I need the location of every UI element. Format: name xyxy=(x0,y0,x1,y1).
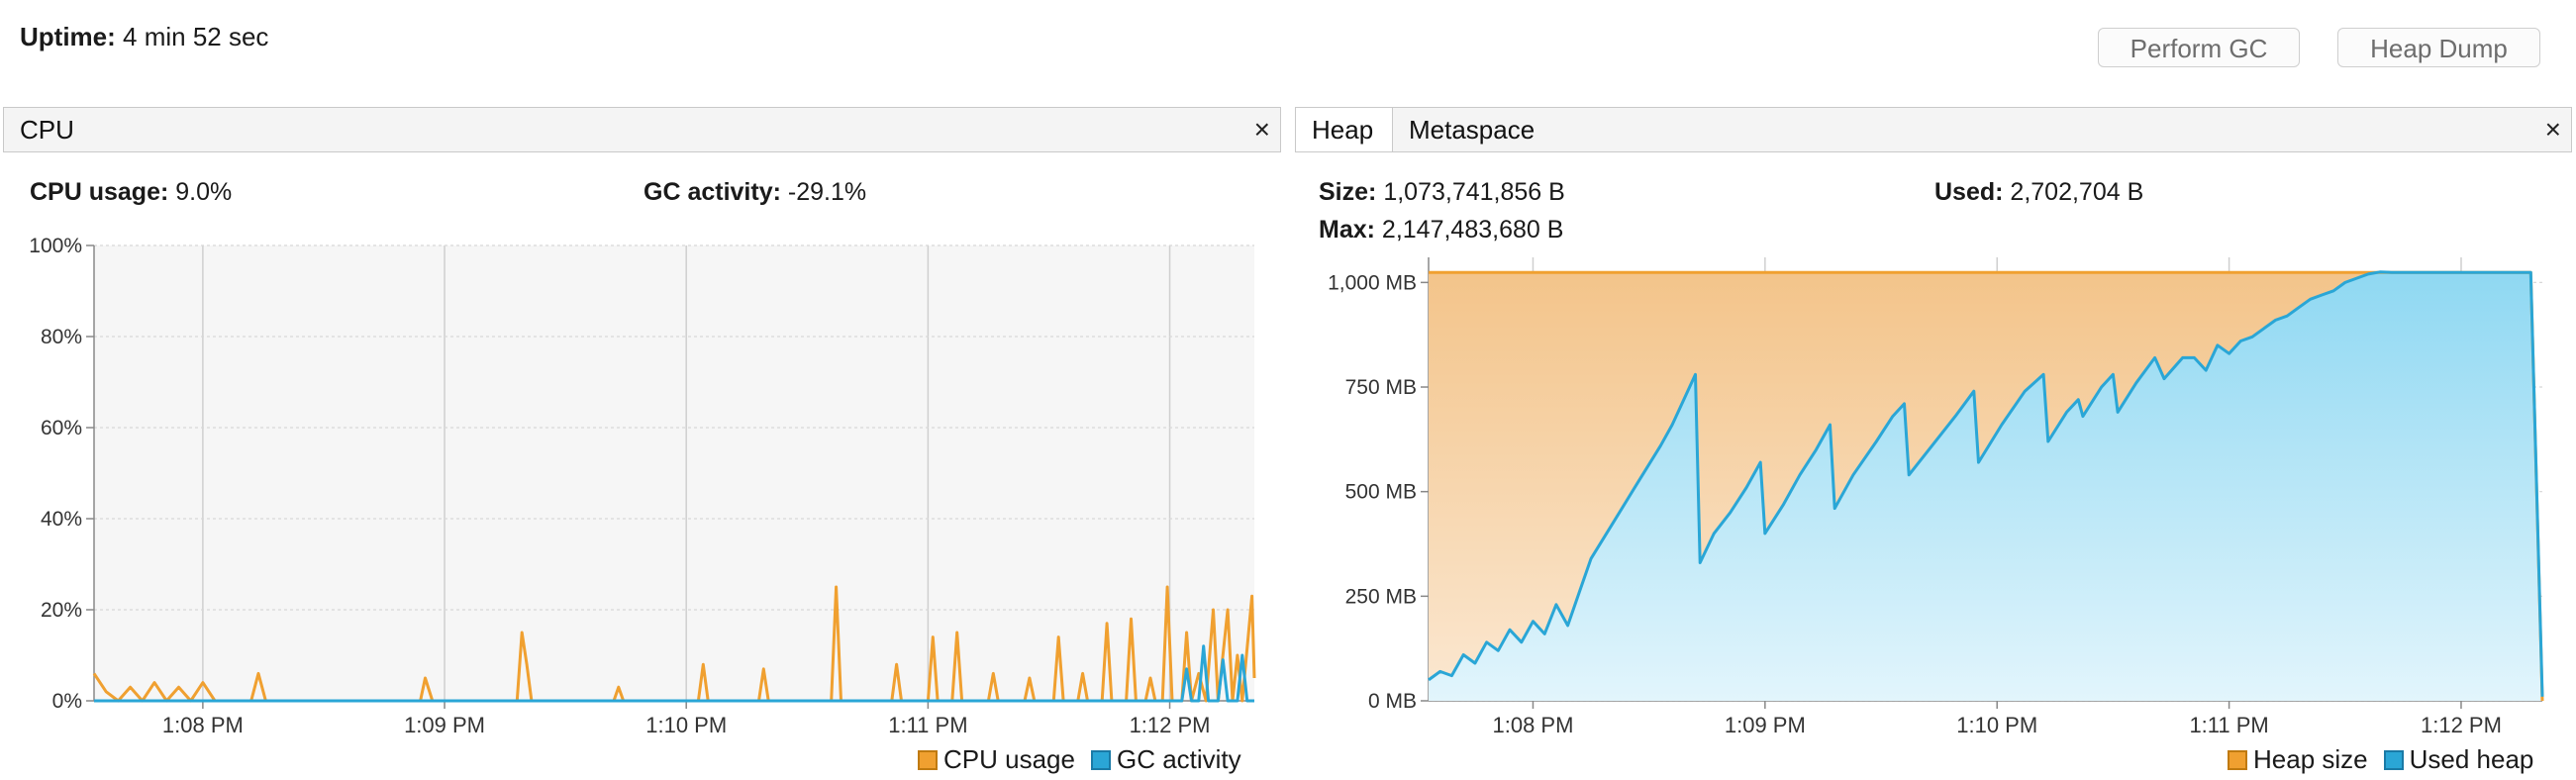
x-tick-label: 1:08 PM xyxy=(162,713,244,737)
used-heap-swatch xyxy=(2383,749,2404,770)
y-tick-label: 0% xyxy=(52,690,82,713)
gc-activity-swatch xyxy=(1090,749,1111,770)
heap-tab-bar: Heap Metaspace × xyxy=(1295,107,2572,152)
y-tick-label: 100% xyxy=(29,235,82,257)
heap-used-value: 2,702,704 B xyxy=(2010,178,2144,206)
heap-size-label: Size: xyxy=(1319,178,1377,206)
heap-size-stat: Size: 1,073,741,856 B xyxy=(1319,178,1565,207)
heap-used-stat: Used: 2,702,704 B xyxy=(1934,178,2143,207)
close-icon[interactable]: × xyxy=(2545,108,2561,151)
heap-chart: 1:08 PM 1:09 PM 1:10 PM 1:11 PM 1:12 PM 0 MB 2… xyxy=(1328,257,2544,737)
tab-metaspace[interactable]: Metaspace xyxy=(1393,108,1550,151)
cpu-usage-swatch xyxy=(918,749,938,770)
cpu-usage-legend-label: CPU usage xyxy=(943,744,1075,774)
y-tick-label: 60% xyxy=(41,417,82,439)
uptime-value: 4 min 52 sec xyxy=(123,22,269,51)
cpu-legend: CPU usage GC activity xyxy=(918,744,1241,775)
plot-area xyxy=(94,245,1254,701)
x-tick-label: 1:10 PM xyxy=(645,713,727,737)
heap-used-label: Used: xyxy=(1934,178,2004,206)
y-tick-label: 750 MB xyxy=(1345,376,1417,399)
tab-cpu[interactable]: CPU xyxy=(4,108,1232,151)
heap-size-legend-label: Heap size xyxy=(2253,744,2368,774)
x-tick-label: 1:09 PM xyxy=(1725,713,1806,737)
heap-size-value: 1,073,741,856 B xyxy=(1383,178,1565,206)
heap-max-stat: Max: 2,147,483,680 B xyxy=(1319,216,1563,244)
cpu-tab-bar: CPU × xyxy=(3,107,1281,152)
x-tick-label: 1:11 PM xyxy=(2189,713,2268,737)
cpu-usage-label: CPU usage: xyxy=(30,178,169,206)
cpu-usage-stat: CPU usage: 9.0% xyxy=(30,178,232,207)
uptime-readout: Uptime: 4 min 52 sec xyxy=(20,22,268,52)
y-tick-label: 1,000 MB xyxy=(1328,271,1417,294)
x-tick-label: 1:12 PM xyxy=(1130,713,1211,737)
y-tick-label: 500 MB xyxy=(1345,481,1417,504)
cpu-usage-value: 9.0% xyxy=(175,178,233,206)
y-tick-label: 40% xyxy=(41,508,82,531)
tab-heap[interactable]: Heap xyxy=(1296,108,1393,151)
perform-gc-button[interactable]: Perform GC xyxy=(2098,28,2300,67)
x-tick-label: 1:08 PM xyxy=(1493,713,1574,737)
y-tick-label: 20% xyxy=(41,599,82,622)
heap-dump-button[interactable]: Heap Dump xyxy=(2337,28,2540,67)
close-icon[interactable]: × xyxy=(1254,108,1270,151)
gc-activity-legend-label: GC activity xyxy=(1116,744,1241,774)
x-tick-label: 1:11 PM xyxy=(888,713,967,737)
cpu-chart: 1:08 PM 1:09 PM 1:10 PM 1:11 PM 1:12 PM 0% 20%… xyxy=(29,235,1256,737)
heap-max-label: Max: xyxy=(1319,216,1375,244)
uptime-label: Uptime: xyxy=(20,22,116,51)
y-tick-label: 80% xyxy=(41,326,82,348)
x-tick-label: 1:09 PM xyxy=(404,713,485,737)
used-heap-legend-label: Used heap xyxy=(2409,744,2534,774)
gc-activity-label: GC activity: xyxy=(644,178,781,206)
y-tick-label: 0 MB xyxy=(1368,690,1417,713)
x-tick-label: 1:10 PM xyxy=(1956,713,2037,737)
y-tick-label: 250 MB xyxy=(1345,585,1417,608)
heap-legend: Heap size Used heap xyxy=(2228,744,2533,775)
gc-activity-stat: GC activity: -29.1% xyxy=(644,178,866,207)
x-tick-label: 1:12 PM xyxy=(2421,713,2502,737)
heap-max-value: 2,147,483,680 B xyxy=(1381,216,1564,244)
heap-size-swatch xyxy=(2228,749,2247,770)
gc-activity-value: -29.1% xyxy=(787,178,867,206)
